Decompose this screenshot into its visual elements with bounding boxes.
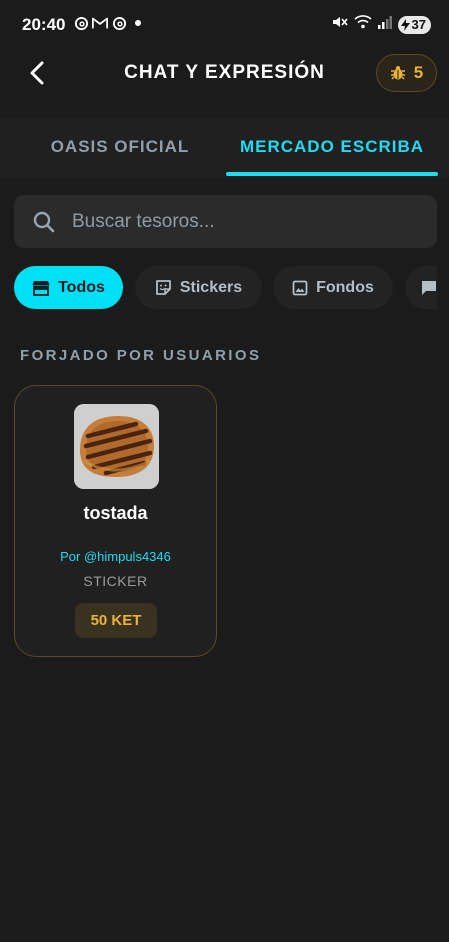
search-icon [33, 211, 55, 232]
item-type: STICKER [83, 573, 148, 589]
item-card[interactable]: tostada Por @himpuls4346 STICKER 50 KET [14, 385, 217, 657]
sticker-icon [155, 280, 171, 295]
threads-icon [111, 15, 127, 31]
buy-price-button[interactable]: 50 KET [75, 603, 157, 638]
chat-bubble-icon [422, 280, 436, 295]
status-system-icons: 37 [331, 14, 431, 35]
tab-bar: OASIS OFICIAL MERCADO ESCRIBA [0, 118, 449, 178]
battery-indicator: 37 [397, 15, 431, 34]
item-author-link[interactable]: Por @himpuls4346 [15, 549, 216, 564]
active-tab-indicator [226, 172, 438, 176]
coin-balance-badge[interactable]: 5 [376, 54, 437, 92]
wifi-icon [353, 14, 372, 35]
mute-icon [331, 14, 348, 35]
tab-mercado-escriba[interactable]: MERCADO ESCRIBA [226, 118, 438, 176]
threads-icon [73, 15, 89, 31]
item-name: tostada [83, 503, 148, 523]
filter-chips: Todos Stickers Fondos [14, 266, 437, 310]
status-notification-icons [73, 15, 146, 31]
image-icon [292, 280, 308, 295]
filter-chip-todos[interactable]: Todos [14, 266, 123, 309]
signal-icon [377, 15, 392, 34]
status-bar: 20:40 37 [0, 0, 449, 50]
tostada-image [74, 404, 159, 489]
section-heading: FORJADO POR USUARIOS [20, 347, 262, 364]
store-icon [32, 280, 50, 296]
filter-chip-fondos[interactable]: Fondos [273, 266, 393, 309]
bug-coin-icon [390, 66, 405, 80]
search-input[interactable] [72, 210, 392, 233]
filter-chip-label: Todos [58, 278, 105, 296]
filter-chip-label: Stickers [179, 278, 243, 296]
search-bar[interactable] [14, 195, 437, 248]
filter-chip-stickers[interactable]: Stickers [135, 266, 262, 309]
gmail-icon [92, 15, 108, 31]
app-header: CHAT Y EXPRESIÓN 5 [0, 50, 449, 98]
coin-count: 5 [413, 63, 424, 82]
charging-icon [400, 18, 410, 31]
filter-chip-label: Fondos [316, 278, 374, 296]
status-time: 20:40 [22, 15, 66, 34]
battery-level: 37 [411, 17, 426, 32]
filter-chip-bubbles[interactable] [405, 266, 437, 309]
more-notifications-dot-icon [130, 15, 146, 31]
tab-oasis-oficial[interactable]: OASIS OFICIAL [20, 118, 220, 176]
item-thumbnail [74, 404, 159, 489]
